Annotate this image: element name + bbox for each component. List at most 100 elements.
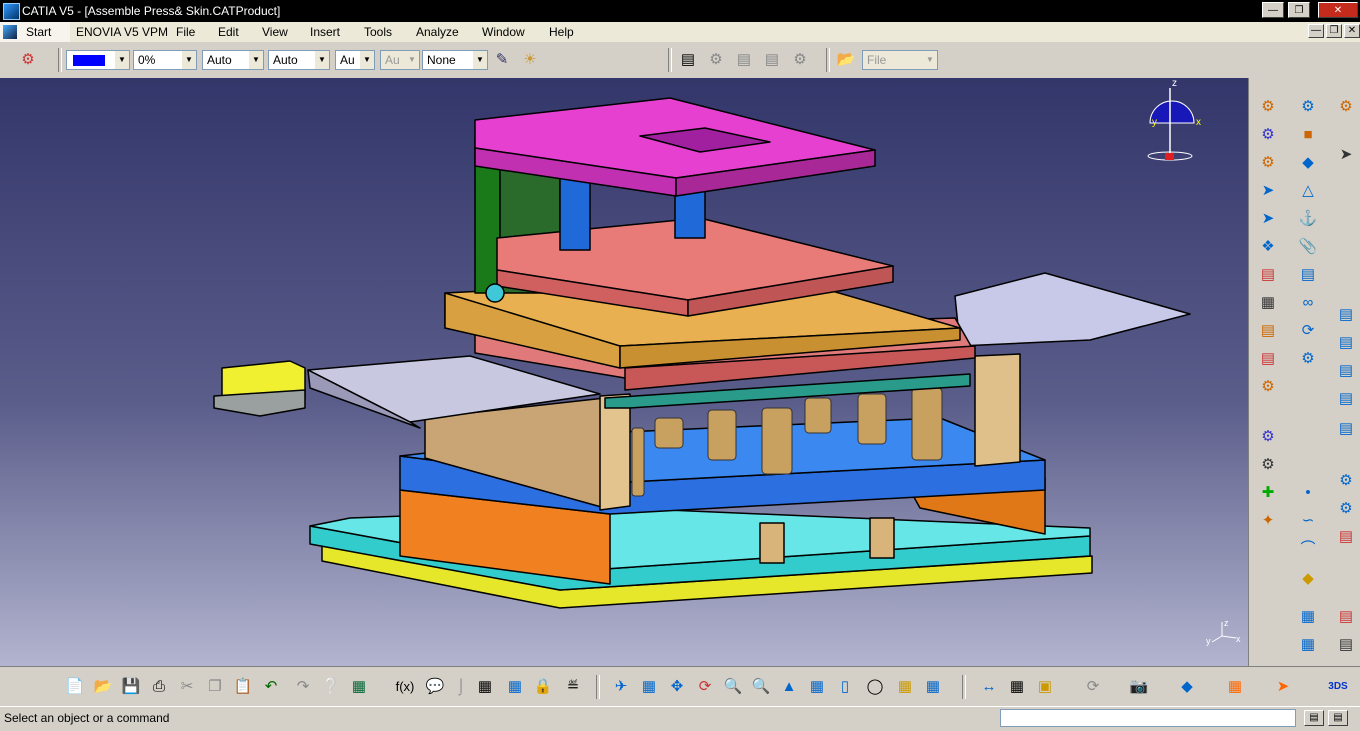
fast-instantiation-icon[interactable]: ▤ — [1257, 348, 1279, 370]
new-part-icon[interactable]: ➤ — [1257, 208, 1279, 230]
offset-icon[interactable]: ◆ — [1297, 152, 1319, 174]
cut-icon[interactable]: ✂ — [176, 676, 198, 698]
rules-icon[interactable]: ⚙ — [790, 50, 810, 70]
restore-button[interactable]: ❐ — [1288, 2, 1310, 18]
workbench-icon[interactable]: ▦ — [348, 676, 370, 698]
surface-icon[interactable]: ◆ — [1297, 568, 1319, 590]
swap-visible-icon[interactable]: ▦ — [922, 676, 944, 698]
measure-item-icon[interactable]: ▦ — [1006, 676, 1028, 698]
angle-icon[interactable]: △ — [1297, 180, 1319, 202]
start-menu[interactable]: Start — [0, 22, 70, 42]
whats-this-icon[interactable]: ❔ — [320, 676, 342, 698]
menu-tools[interactable]: Tools — [364, 25, 392, 39]
smart-move-icon[interactable]: ▤ — [1335, 332, 1357, 354]
new-file-icon[interactable]: 📄 — [64, 676, 86, 698]
layer-combo[interactable]: None ▼ — [422, 50, 488, 70]
point-type-combo[interactable]: Au ▼ — [335, 50, 375, 70]
graph-tree-icon[interactable]: ▤ — [1257, 264, 1279, 286]
save-icon[interactable]: 💾 — [120, 676, 142, 698]
transparency-combo[interactable]: 0% ▼ — [133, 50, 197, 70]
stop-manip-icon[interactable]: ▤ — [1335, 418, 1357, 440]
pan-icon[interactable]: ✥ — [666, 676, 688, 698]
iso-view-icon[interactable]: ▯ — [834, 676, 856, 698]
lock-icon[interactable]: 🔒 — [532, 676, 554, 698]
minimize-button[interactable]: — — [1262, 2, 1284, 18]
hide-show-icon[interactable]: ▦ — [894, 676, 916, 698]
analysis-icon[interactable]: ▤ — [1335, 526, 1357, 548]
properties-icon[interactable]: ☀ — [520, 50, 540, 70]
fix-together-icon[interactable]: 📎 — [1297, 236, 1319, 258]
grid-icon[interactable]: ▦ — [1224, 676, 1246, 698]
explode-icon[interactable]: ⚙ — [1257, 376, 1279, 398]
menu-window[interactable]: Window — [482, 25, 525, 39]
constraint-icon[interactable]: ⚙ — [1257, 96, 1279, 118]
quick-constraint-icon[interactable]: ▤ — [1297, 264, 1319, 286]
measure-between-icon[interactable]: ↔ — [978, 676, 1000, 698]
spline-icon[interactable]: ∽ — [1297, 510, 1319, 532]
point-dot-icon[interactable]: • — [1297, 482, 1319, 504]
multi-view-icon[interactable]: ▦ — [806, 676, 828, 698]
parameters-icon[interactable]: ▤ — [734, 50, 754, 70]
reuse-pattern-icon[interactable]: ⟳ — [1297, 320, 1319, 342]
shading-icon[interactable]: ◯ — [864, 676, 886, 698]
replace-component-icon[interactable]: ❖ — [1257, 236, 1279, 258]
change-constraint-icon[interactable]: ⚙ — [1297, 348, 1319, 370]
zoom-in-icon[interactable]: 🔍 — [722, 676, 744, 698]
redo-icon[interactable]: ↷ — [292, 676, 314, 698]
new-component-icon[interactable]: ⚙ — [1257, 152, 1279, 174]
menu-help[interactable]: Help — [549, 25, 574, 39]
fix-icon[interactable]: ⚓ — [1297, 208, 1319, 230]
measure-inertia-icon[interactable]: ▣ — [1034, 676, 1056, 698]
doc-close-button[interactable]: ✕ — [1344, 24, 1360, 38]
coincidence-icon[interactable]: ⚙ — [1297, 96, 1319, 118]
status-button[interactable]: ▤ — [1304, 710, 1324, 726]
sketch-icon[interactable]: ▤ — [1335, 606, 1357, 628]
close-button[interactable]: ✕ — [1318, 2, 1358, 18]
line-thickness-combo[interactable]: Auto ▼ — [202, 50, 264, 70]
menu-file[interactable]: File — [176, 25, 195, 39]
menu-enovia[interactable]: ENOVIA V5 VPM — [76, 25, 168, 39]
catia-app-icon[interactable] — [3, 3, 20, 20]
compass-widget[interactable]: z y x — [1147, 78, 1201, 161]
measure-icon[interactable]: ⚙ — [1335, 470, 1357, 492]
numbering-icon[interactable]: ▦ — [1257, 292, 1279, 314]
flexible-icon[interactable]: ∞ — [1297, 292, 1319, 314]
formula-fx-icon[interactable]: f(x) — [394, 676, 416, 698]
command-input[interactable] — [1000, 709, 1296, 727]
contact-icon[interactable]: ■ — [1297, 124, 1319, 146]
new-product-icon[interactable]: ➤ — [1257, 180, 1279, 202]
normal-view-icon[interactable]: ▲ — [778, 676, 800, 698]
line-type-combo[interactable]: Auto ▼ — [268, 50, 330, 70]
menu-edit[interactable]: Edit — [218, 25, 239, 39]
open-folder-icon[interactable]: 📂 — [836, 50, 856, 70]
tree-icon[interactable]: ▦ — [504, 676, 526, 698]
pointer-icon[interactable]: ➤ — [1335, 144, 1357, 166]
healing-icon[interactable]: ▦ — [1297, 634, 1319, 656]
capture-icon[interactable]: 📷 — [1128, 676, 1150, 698]
menu-insert[interactable]: Insert — [310, 25, 340, 39]
menu-start[interactable]: Start — [26, 25, 51, 39]
undo-icon[interactable]: ↶ — [260, 676, 282, 698]
fly-mode-icon[interactable]: ✈ — [610, 676, 632, 698]
product-icon[interactable]: ⚙ — [18, 50, 38, 70]
design-table-icon[interactable]: ⌡ — [450, 676, 472, 698]
status-button-2[interactable]: ▤ — [1328, 710, 1348, 726]
sectioning-icon[interactable]: ⚙ — [1257, 454, 1279, 476]
comment-icon[interactable]: 💬 — [424, 676, 446, 698]
color-combo[interactable]: ▼ — [66, 50, 130, 70]
knowledge-icon[interactable]: ⚙ — [706, 50, 726, 70]
print-icon[interactable]: ⎙ — [148, 676, 170, 698]
existing-component-icon[interactable]: ⚙ — [1257, 124, 1279, 146]
move-icon[interactable]: ▤ — [1335, 360, 1357, 382]
doc-restore-button[interactable]: ❐ — [1326, 24, 1342, 38]
catalog-browser-icon[interactable]: ◆ — [1176, 676, 1198, 698]
join-icon[interactable]: ▦ — [1297, 606, 1319, 628]
doc-minimize-button[interactable]: — — [1308, 24, 1324, 38]
menu-view[interactable]: View — [262, 25, 288, 39]
update-icon[interactable]: ⟳ — [1082, 676, 1104, 698]
3d-viewport[interactable]: z y x z x y — [0, 78, 1248, 666]
inertia-icon[interactable]: ⚙ — [1335, 498, 1357, 520]
expand-icon[interactable]: ≝ — [562, 676, 584, 698]
manipulation-icon[interactable]: ⚙ — [1335, 96, 1357, 118]
assembly-model[interactable]: z y x z x y — [0, 78, 1248, 666]
